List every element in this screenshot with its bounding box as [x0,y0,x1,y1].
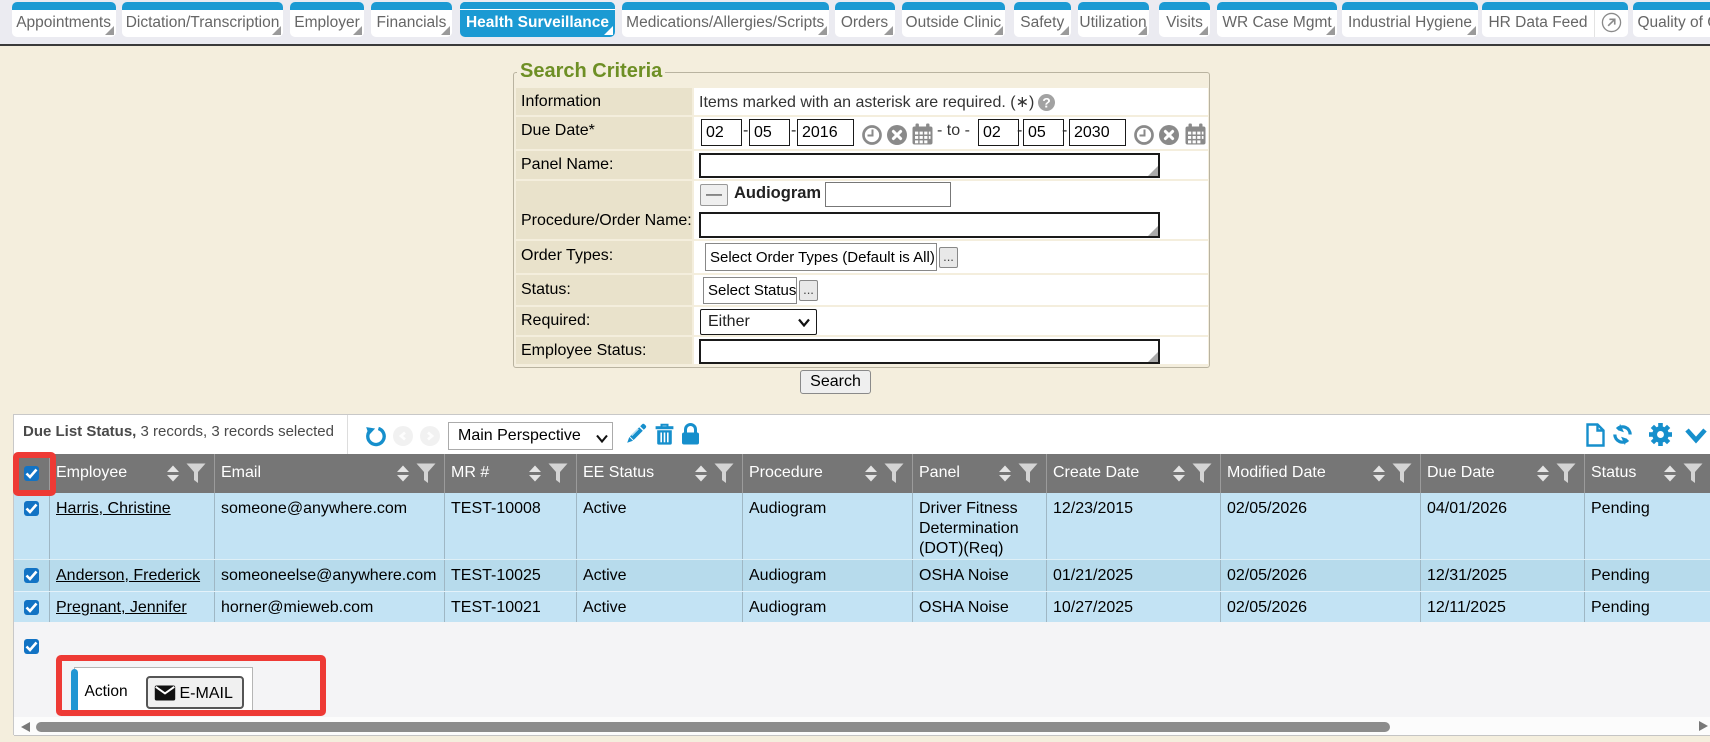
svg-text:?: ? [1042,95,1051,111]
